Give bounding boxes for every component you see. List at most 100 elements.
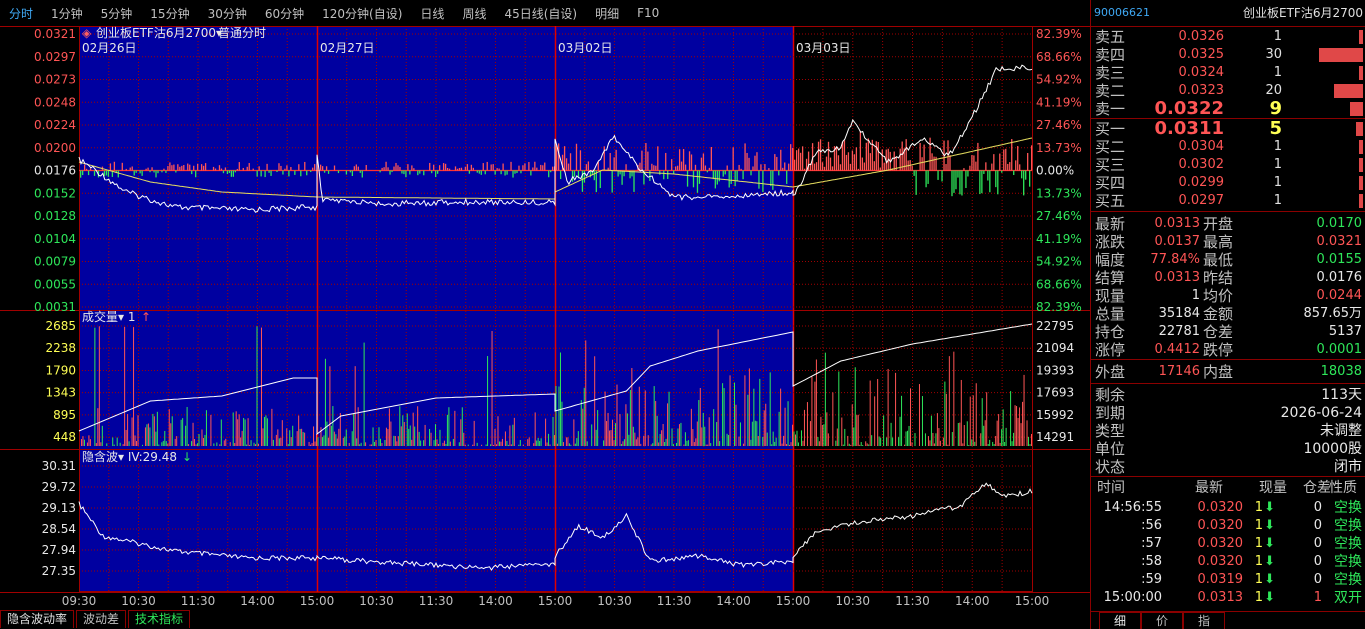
order-book-row[interactable]: 买五 0.0297 1 — [1091, 192, 1365, 210]
volume-bar — [932, 432, 934, 446]
momentum-bar — [456, 168, 459, 171]
volume-bar — [296, 431, 298, 446]
momentum-bar — [149, 170, 151, 173]
volume-bar — [692, 429, 694, 446]
volume-bar — [878, 436, 880, 446]
order-book-row[interactable]: 卖一 0.0322 9 — [1091, 100, 1365, 118]
iv-label[interactable]: 隐含波▾ IV:29.48 — [82, 449, 177, 464]
momentum-bar — [298, 164, 300, 171]
trade-row: :58 0.0320 1 ⬇ 0 空换 — [1091, 553, 1365, 571]
momentum-bar — [999, 153, 1001, 171]
volume-bar — [957, 423, 959, 446]
period-tab-2[interactable]: 5分钟 — [92, 5, 142, 22]
order-book-row[interactable]: 买三 0.0302 1 — [1091, 156, 1365, 174]
chart-mode[interactable]: 普通分时 — [218, 26, 266, 40]
momentum-bar — [200, 164, 203, 171]
momentum-bar — [359, 170, 361, 173]
volume-bar — [710, 443, 712, 446]
period-tab-4[interactable]: 30分钟 — [199, 5, 256, 22]
momentum-bar — [351, 170, 354, 176]
order-book-row[interactable]: 买一 0.0311 5 — [1091, 120, 1365, 138]
volume-bar — [533, 443, 535, 446]
period-tab-6[interactable]: 120分钟(自设) — [313, 5, 411, 22]
detail-tab-2[interactable]: 指 — [1183, 612, 1225, 629]
period-tab-11[interactable]: F10 — [628, 6, 668, 20]
period-tab-5[interactable]: 60分钟 — [256, 5, 313, 22]
indicator-tab-2[interactable]: 技术指标 — [128, 610, 191, 628]
period-tab-7[interactable]: 日线 — [411, 5, 453, 22]
volume-bar — [512, 424, 514, 446]
indicator-tab-1[interactable]: 波动差 — [76, 610, 127, 628]
volume-bar — [619, 414, 621, 446]
order-book-row[interactable]: 卖二 0.0323 20 — [1091, 82, 1365, 100]
order-book-row[interactable]: 卖四 0.0325 30 — [1091, 46, 1365, 64]
volume-bar — [275, 434, 277, 446]
volume-bar — [860, 442, 862, 446]
volume-bar — [951, 432, 953, 446]
momentum-bar — [901, 141, 903, 171]
momentum-bar — [286, 165, 288, 171]
momentum-bar — [784, 162, 786, 171]
period-tab-1[interactable]: 1分钟 — [42, 5, 92, 22]
momentum-bar — [989, 170, 991, 193]
volume-bar — [595, 429, 597, 446]
volume-bar — [124, 326, 126, 446]
period-tab-8[interactable]: 周线 — [453, 5, 495, 22]
volume-bar — [374, 441, 376, 446]
volume-bar — [82, 436, 84, 446]
volume-bar — [729, 375, 731, 446]
volume-label[interactable]: 成交量▾ 1 — [82, 309, 135, 324]
info-value: 未调整 — [1320, 423, 1362, 439]
volume-bar — [136, 441, 138, 446]
period-tab-10[interactable]: 明细 — [586, 5, 628, 22]
detail-tab-0[interactable]: 细 — [1099, 612, 1141, 629]
momentum-bar — [690, 154, 693, 171]
volume-bar — [127, 414, 129, 446]
order-book-row[interactable]: 卖五 0.0326 1 — [1091, 28, 1365, 46]
volume-bar — [388, 408, 390, 446]
period-tab-3[interactable]: 15分钟 — [141, 5, 198, 22]
volume-bar — [680, 422, 682, 446]
momentum-bar — [837, 155, 840, 171]
volume-bar — [353, 413, 355, 446]
order-book-row[interactable]: 卖三 0.0324 1 — [1091, 64, 1365, 82]
volume-bar — [496, 444, 497, 446]
indicator-tab-0[interactable]: 隐含波动率 — [0, 610, 75, 628]
volume-bar — [86, 442, 88, 446]
order-level-label: 买一 — [1095, 120, 1126, 138]
momentum-bar — [226, 170, 229, 175]
volume-bar — [644, 390, 646, 446]
volume-bar — [292, 425, 294, 446]
order-book-row[interactable]: 买二 0.0304 1 — [1091, 138, 1365, 156]
period-tab-9[interactable]: 45日线(自设) — [495, 5, 586, 22]
volume-bar — [647, 435, 649, 446]
period-tab-0[interactable]: 分时 — [0, 5, 42, 22]
period-menu: 分时 1分钟 5分钟 15分钟 30分钟 60分钟 120分钟(自设) 日线 周线 45日线(自设… — [0, 0, 1090, 26]
trade-oi-diff: 0 — [1313, 536, 1322, 551]
volume-bar — [635, 439, 637, 446]
momentum-bar — [728, 170, 730, 188]
volume-bar — [390, 421, 392, 446]
volume-bar — [394, 436, 396, 446]
volume-bar — [981, 398, 983, 446]
momentum-bar — [133, 170, 135, 176]
momentum-bar — [851, 150, 854, 171]
volume-bar — [1022, 401, 1024, 446]
momentum-bar — [464, 166, 467, 171]
detail-tab-1[interactable]: 价 — [1141, 612, 1183, 629]
volume-bar — [170, 423, 172, 446]
quote-label: 仓差 — [1203, 323, 1234, 341]
volume-bar — [256, 326, 258, 446]
order-book-row[interactable]: 买四 0.0299 1 — [1091, 174, 1365, 192]
instrument-code[interactable]: 90006621 — [1094, 0, 1150, 26]
momentum-bar — [321, 166, 324, 171]
chart-title[interactable]: 创业板ETF沽6月2700▾ — [96, 26, 222, 40]
volume-bar — [583, 387, 585, 446]
volume-bar — [972, 395, 974, 446]
momentum-bar — [355, 164, 357, 171]
volume-bar — [320, 427, 322, 446]
momentum-bar — [931, 153, 933, 171]
momentum-bar — [288, 170, 290, 177]
momentum-bar — [548, 170, 550, 178]
volume-bar — [766, 432, 768, 446]
